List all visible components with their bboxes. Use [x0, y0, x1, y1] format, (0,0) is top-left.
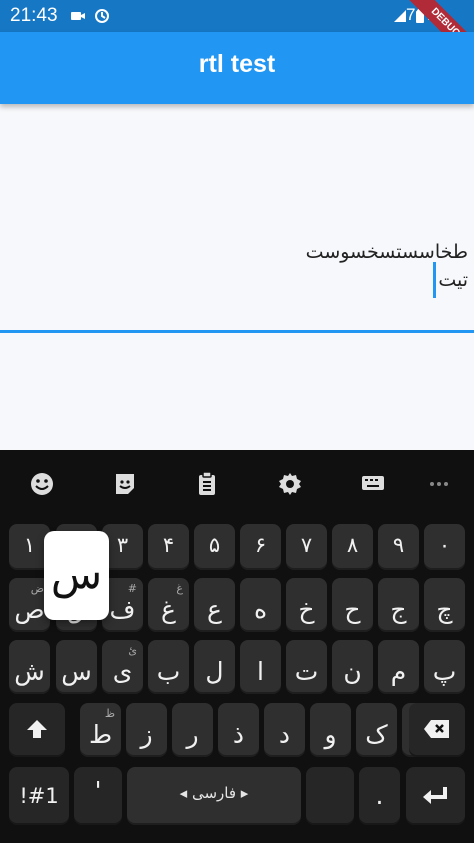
- space-language-label: ◂ فارسی ▸: [179, 784, 249, 802]
- number-key[interactable]: ۴: [148, 524, 189, 570]
- letter-key[interactable]: س: [56, 640, 97, 694]
- sticker-icon[interactable]: [111, 470, 139, 498]
- letter-key[interactable]: ج: [378, 578, 419, 632]
- keyboard-mode-icon[interactable]: [359, 470, 387, 498]
- letter-key[interactable]: ت: [286, 640, 327, 694]
- letter-key[interactable]: ب: [148, 640, 189, 694]
- page-title: rtl test: [198, 50, 276, 78]
- letter-key[interactable]: و: [310, 703, 351, 757]
- number-key[interactable]: ۵: [194, 524, 235, 570]
- number-key[interactable]: ۶: [240, 524, 281, 570]
- letter-key[interactable]: چ: [424, 578, 465, 632]
- rtl-text-field[interactable]: طخاسستسخسوست تیت: [0, 234, 474, 332]
- status-time: 21:43: [10, 5, 58, 26]
- dash-key[interactable]: [306, 767, 354, 825]
- number-key[interactable]: ۰: [424, 524, 465, 570]
- letter-key[interactable]: ل: [194, 640, 235, 694]
- enter-key[interactable]: [406, 767, 465, 825]
- space-key[interactable]: ◂ فارسی ▸: [127, 767, 301, 825]
- more-icon[interactable]: [425, 470, 453, 498]
- text-line-2: تیت: [438, 269, 468, 291]
- keyboard-toolbar: [0, 450, 474, 516]
- key-preview-popup: س: [44, 531, 109, 620]
- letter-key[interactable]: ا: [240, 640, 281, 694]
- letter-key[interactable]: ر: [172, 703, 213, 757]
- letter-key[interactable]: ن: [332, 640, 373, 694]
- text-line-1: طخاسستسخسوست: [305, 241, 468, 263]
- shift-key[interactable]: [9, 703, 65, 757]
- symbols-key[interactable]: !#1: [9, 767, 69, 825]
- status-bar: 21:43 76% DEBUG: [0, 0, 474, 69]
- text-cursor: [433, 262, 436, 298]
- number-key[interactable]: ۸: [332, 524, 373, 570]
- letter-key[interactable]: ز: [126, 703, 167, 757]
- camera-icon: [71, 12, 85, 20]
- app-bar: rtl test: [0, 32, 474, 104]
- clock-icon: [95, 9, 109, 23]
- letter-key[interactable]: ه: [240, 578, 281, 632]
- field-underline: [0, 330, 474, 333]
- letter-key[interactable]: خ: [286, 578, 327, 632]
- letter-key[interactable]: ئی: [102, 640, 143, 694]
- backspace-icon: [424, 720, 449, 738]
- emoji-icon[interactable]: [28, 470, 56, 498]
- apostrophe-key[interactable]: ': [74, 767, 122, 825]
- letter-key[interactable]: غغ: [148, 578, 189, 632]
- number-key[interactable]: ۷: [286, 524, 327, 570]
- shift-icon: [27, 720, 47, 738]
- text-content: طخاسستسخسوست تیت: [306, 238, 468, 294]
- letter-key[interactable]: د: [264, 703, 305, 757]
- letter-key[interactable]: ذ: [218, 703, 259, 757]
- letter-key[interactable]: ک: [356, 703, 397, 757]
- letter-key[interactable]: پ: [424, 640, 465, 694]
- clipboard-icon[interactable]: [193, 470, 221, 498]
- enter-icon: [423, 787, 447, 804]
- letter-key[interactable]: ش: [9, 640, 50, 694]
- settings-icon[interactable]: [276, 470, 304, 498]
- letter-key[interactable]: ظط: [80, 703, 121, 757]
- letter-key[interactable]: ح: [332, 578, 373, 632]
- period-key[interactable]: .: [359, 767, 400, 825]
- letter-key[interactable]: م: [378, 640, 419, 694]
- backspace-key[interactable]: [409, 703, 465, 757]
- number-key[interactable]: ۹: [378, 524, 419, 570]
- letter-key[interactable]: ع: [194, 578, 235, 632]
